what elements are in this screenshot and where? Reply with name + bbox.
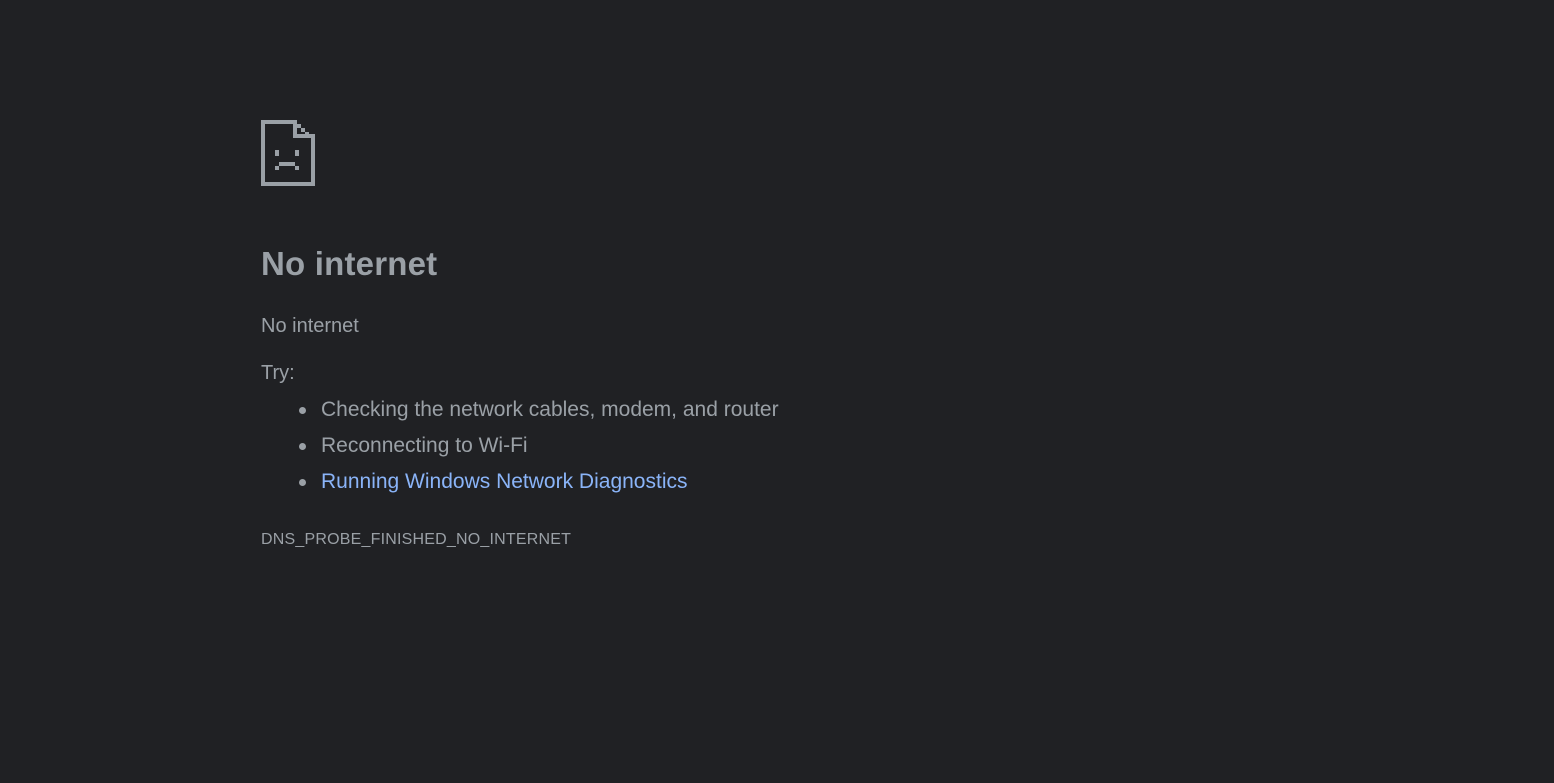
suggestions-list: Checking the network cables, modem, and … xyxy=(261,392,961,500)
error-heading: No internet xyxy=(261,245,438,282)
try-label: Try: xyxy=(261,362,295,384)
error-page: No internet No internet Try: Checking th… xyxy=(261,120,961,550)
suggestion-text: Checking the network cables, modem, and … xyxy=(321,398,779,421)
suggestion-run-diagnostics: Running Windows Network Diagnostics xyxy=(299,464,961,500)
error-code: DNS_PROBE_FINISHED_NO_INTERNET xyxy=(261,531,572,548)
sad-document-icon xyxy=(261,120,315,186)
suggestion-check-cables: Checking the network cables, modem, and … xyxy=(299,392,961,428)
network-diagnostics-link[interactable]: Running Windows Network Diagnostics xyxy=(321,470,688,493)
bullet-icon xyxy=(299,443,306,450)
error-summary: No internet xyxy=(261,315,359,337)
bullet-icon xyxy=(299,407,306,414)
suggestion-reconnect-wifi: Reconnecting to Wi-Fi xyxy=(299,428,961,464)
suggestion-text: Reconnecting to Wi-Fi xyxy=(321,434,528,457)
bullet-icon xyxy=(299,479,306,486)
